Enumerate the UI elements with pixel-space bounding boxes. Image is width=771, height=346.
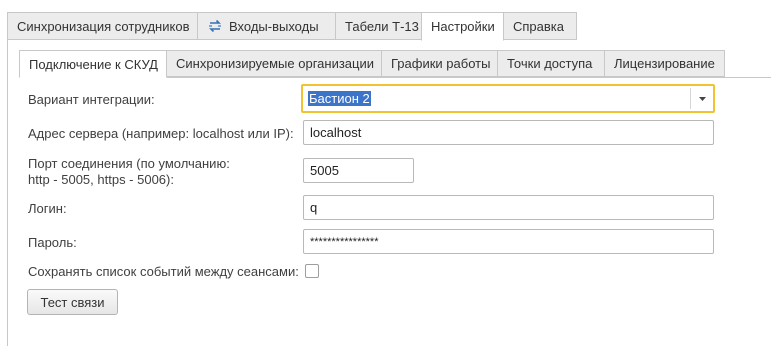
tab-label: Настройки <box>431 19 495 34</box>
tab-employee-sync[interactable]: Синхронизация сотрудников <box>7 12 198 40</box>
tab-work-schedules[interactable]: Графики работы <box>381 50 498 77</box>
tab-label: Лицензирование <box>614 56 715 71</box>
button-label: Тест связи <box>40 294 105 310</box>
password-input[interactable]: **************** <box>303 229 714 254</box>
tab-label: Графики работы <box>391 56 491 71</box>
tab-access-points[interactable]: Точки доступа <box>497 50 605 77</box>
tab-label: Входы-выходы <box>229 18 319 34</box>
password-label: Пароль: <box>28 235 77 250</box>
integration-label: Вариант интеграции: <box>28 92 155 107</box>
save-events-checkbox[interactable] <box>305 264 319 278</box>
test-connection-button[interactable]: Тест связи <box>27 289 118 315</box>
server-label: Адрес сервера (например: localhost или I… <box>28 126 294 141</box>
port-value: 5005 <box>310 163 339 178</box>
tab-label: Синхронизируемые организации <box>176 56 374 71</box>
tab-label: Синхронизация сотрудников <box>17 18 190 34</box>
settings-sub-tab-bar: Подключение к СКУД Синхронизируемые орга… <box>19 50 771 78</box>
server-address-value: localhost <box>310 125 362 140</box>
integration-value: Бастион 2 <box>308 91 371 106</box>
login-value: q <box>310 200 318 215</box>
tab-skud-connection[interactable]: Подключение к СКУД <box>19 50 167 78</box>
tab-help[interactable]: Справка <box>503 12 577 40</box>
password-value: **************** <box>310 235 379 248</box>
login-input[interactable]: q <box>303 195 714 220</box>
sync-arrows-icon <box>209 19 221 33</box>
tab-label: Справка <box>513 18 564 34</box>
tab-label: Точки доступа <box>507 56 593 71</box>
save-events-label: Сохранять список событий между сеансами: <box>28 264 299 279</box>
server-address-input[interactable]: localhost <box>303 120 714 145</box>
chevron-down-icon <box>698 96 706 101</box>
integration-select[interactable]: Бастион 2 <box>301 84 715 113</box>
tab-synced-organizations[interactable]: Синхронизируемые организации <box>166 50 382 77</box>
tab-licensing[interactable]: Лицензирование <box>604 50 725 77</box>
tab-label: Табели Т-13 <box>345 18 419 34</box>
tab-label: Подключение к СКУД <box>29 56 158 72</box>
port-label-line1: Порт соединения (по умолчанию: <box>28 156 230 171</box>
dropdown-button[interactable] <box>690 88 713 109</box>
port-label-line2: http - 5005, https - 5006): <box>28 172 174 187</box>
tab-timesheets-t13[interactable]: Табели Т-13 <box>335 12 422 40</box>
port-input[interactable]: 5005 <box>303 158 414 183</box>
login-label: Логин: <box>28 201 67 216</box>
main-tab-bar: Синхронизация сотрудников Входы-выходы Т… <box>7 12 771 41</box>
tab-entries-exits[interactable]: Входы-выходы <box>197 12 336 40</box>
tab-settings[interactable]: Настройки <box>421 12 504 41</box>
